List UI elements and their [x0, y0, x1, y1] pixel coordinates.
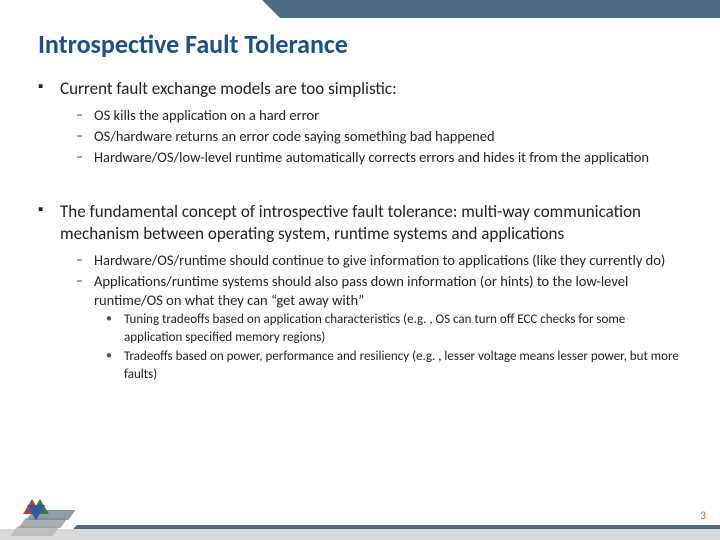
square-bullet-icon: ▪	[38, 201, 60, 245]
bullet-level2: – Hardware/OS/low-level runtime automati…	[76, 148, 682, 167]
bullet-text: Tuning tradeoffs based on application ch…	[124, 311, 682, 346]
square-bullet-icon: ▪	[38, 78, 60, 100]
bottom-bar	[0, 529, 720, 540]
slide-title: Introspective Fault Tolerance	[38, 28, 348, 60]
bullet-text: Hardware/OS/low-level runtime automatica…	[94, 148, 649, 167]
corner-logo-icon	[8, 496, 64, 536]
bullet-text: OS kills the application on a hard error	[94, 106, 319, 125]
bullet-text: The fundamental concept of introspective…	[60, 201, 682, 245]
dot-bullet-icon: •	[106, 348, 124, 383]
dash-bullet-icon: –	[76, 148, 94, 167]
bullet-level2: – Hardware/OS/runtime should continue to…	[76, 251, 682, 270]
dash-bullet-icon: –	[76, 272, 94, 310]
bullet-level2: – OS/hardware returns an error code sayi…	[76, 127, 682, 146]
page-number: 3	[700, 509, 706, 522]
dash-bullet-icon: –	[76, 251, 94, 270]
dash-bullet-icon: –	[76, 127, 94, 146]
bullet-level2: – Applications/runtime systems should al…	[76, 272, 682, 310]
bullet-text: Applications/runtime systems should also…	[94, 272, 682, 310]
bullet-level3: • Tradeoffs based on power, performance …	[106, 348, 682, 383]
bullet-text: Current fault exchange models are too si…	[60, 78, 397, 100]
dot-bullet-icon: •	[106, 311, 124, 346]
bullet-text: Tradeoffs based on power, performance an…	[124, 348, 682, 383]
slide-body: ▪ Current fault exchange models are too …	[38, 72, 682, 386]
bullet-level2: – OS kills the application on a hard err…	[76, 106, 682, 125]
bullet-text: OS/hardware returns an error code saying…	[94, 127, 495, 146]
dash-bullet-icon: –	[76, 106, 94, 125]
bullet-level1: ▪ The fundamental concept of introspecti…	[38, 201, 682, 245]
bullet-text: Hardware/OS/runtime should continue to g…	[94, 251, 665, 270]
bullet-level1: ▪ Current fault exchange models are too …	[38, 78, 682, 100]
bullet-level3: • Tuning tradeoffs based on application …	[106, 311, 682, 346]
top-banner	[280, 0, 720, 18]
